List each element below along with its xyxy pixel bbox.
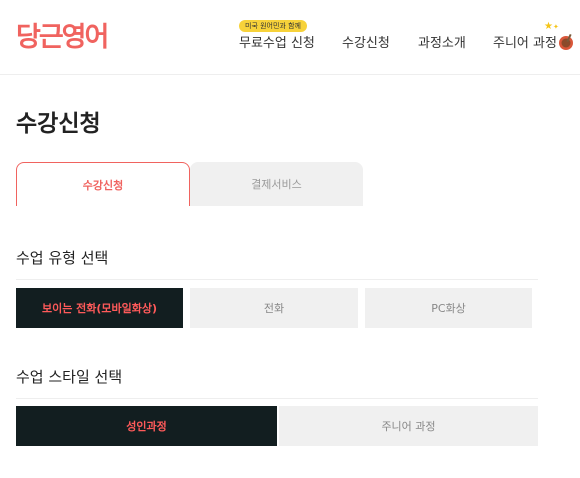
site-header: 당근영어 미국 원어민과 함께 무료수업 신청 수강신청 과정소개 주니어 과정… [0, 0, 580, 75]
logo[interactable]: 당근영어 [16, 22, 109, 54]
lesson-style-title: 수업 스타일 선택 [16, 368, 123, 386]
bowl-icon [559, 33, 573, 50]
sparkle-stars-icon: ★✦ [544, 21, 559, 32]
lesson-type-title: 수업 유형 선택 [16, 249, 109, 267]
divider [16, 398, 538, 399]
native-speaker-badge: 미국 원어민과 함께 [239, 20, 307, 32]
option-adult-course[interactable]: 성인과정 [16, 406, 277, 446]
nav-free-lesson[interactable]: 무료수업 신청 [239, 36, 315, 52]
option-pc-video[interactable]: PC화상 [365, 288, 532, 328]
option-video-call[interactable]: 보이는 전화(모바일화상) [16, 288, 183, 328]
page-title: 수강신청 [16, 111, 101, 137]
option-phone[interactable]: 전화 [190, 288, 358, 328]
nav-apply[interactable]: 수강신청 [342, 36, 390, 52]
tab-apply[interactable]: 수강신청 [16, 162, 190, 206]
divider [16, 279, 538, 280]
tab-payment-service[interactable]: 결제서비스 [190, 162, 363, 206]
nav-junior-course[interactable]: 주니어 과정 [493, 36, 557, 52]
nav-course-intro[interactable]: 과정소개 [418, 36, 466, 52]
option-junior-course[interactable]: 주니어 과정 [279, 406, 538, 446]
